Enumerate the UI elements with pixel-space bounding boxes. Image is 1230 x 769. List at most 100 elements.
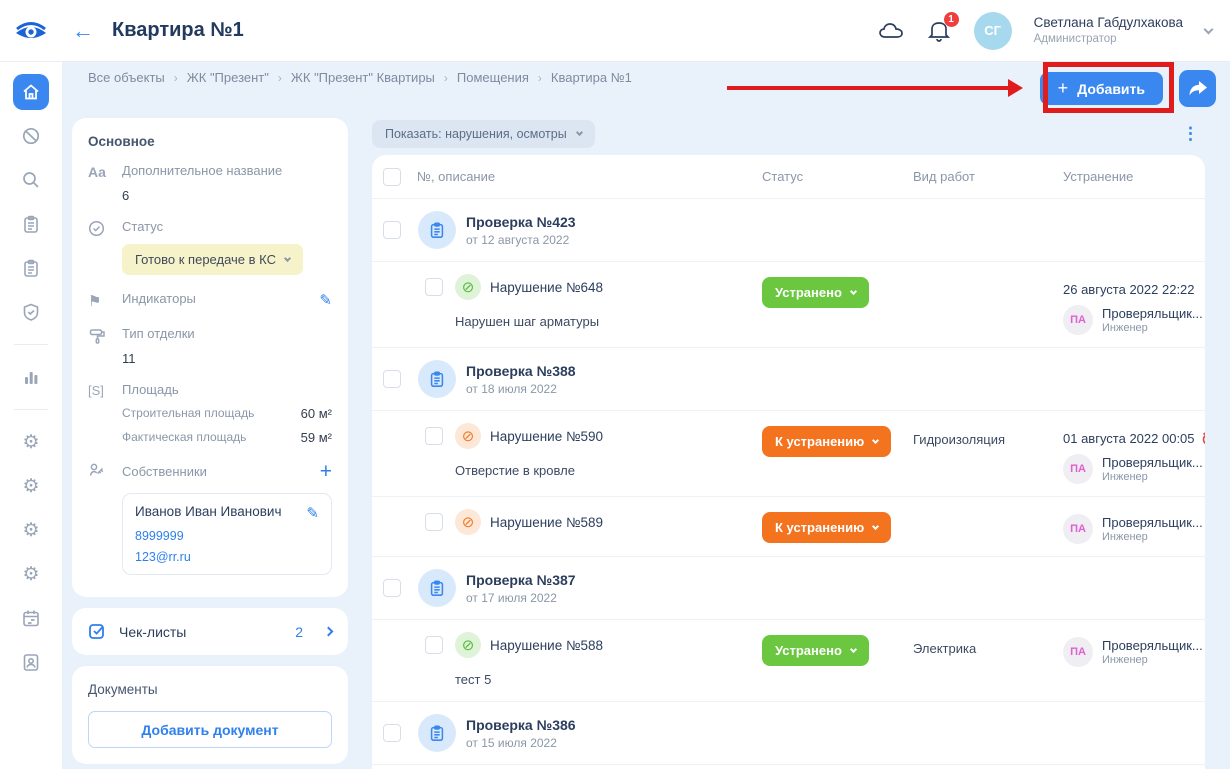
violation-status-dropdown[interactable]: К устранению [762, 426, 891, 457]
back-arrow-icon[interactable]: ← [72, 18, 94, 44]
main-info-card: Основное Aa Дополнительное название 6 Ст… [72, 118, 348, 597]
chevron-down-icon [850, 287, 857, 294]
table-header-row: №, описание Статус Вид работ Устранение [372, 155, 1205, 199]
assignee-avatar: ПА [1063, 305, 1093, 335]
owner-phone-link[interactable]: 8999999 [135, 529, 319, 543]
chevron-down-icon [576, 129, 583, 136]
notifications-bell-icon[interactable]: 1 [926, 18, 952, 44]
rail-item-settings-tools-gear-icon[interactable]: ⚙ [13, 556, 49, 592]
violation-status-dropdown[interactable]: Устранено [762, 635, 869, 666]
field-label: Индикаторы [122, 291, 319, 306]
row-checkbox[interactable] [425, 427, 443, 445]
rail-item-acts-icon[interactable] [13, 206, 49, 242]
table-row-inspection: Проверка №423 от 12 августа 2022 [372, 199, 1205, 262]
rail-item-settings-checklists-gear-icon[interactable]: ⚙ [13, 424, 49, 460]
assignee[interactable]: ПА Проверяльщик... Инженер [1063, 305, 1205, 335]
checklist-icon [88, 622, 107, 641]
table-menu-dots-icon[interactable]: ⋮ [1176, 124, 1205, 144]
show-filter-dropdown[interactable]: Показать: нарушения, осмотры [372, 120, 595, 148]
flag-icon: ⚑ [88, 291, 122, 310]
user-menu-chevron-icon[interactable] [1204, 24, 1214, 34]
row-checkbox[interactable] [383, 579, 401, 597]
field-indicators: ⚑ Индикаторы ✎ [88, 291, 332, 310]
breadcrumb-item[interactable]: Все объекты [88, 70, 165, 85]
rail-item-calendar-icon[interactable] [13, 600, 49, 636]
inspection-date: от 15 июля 2022 [466, 736, 576, 750]
assignee[interactable]: ПА Проверяльщик... Инженер [1063, 637, 1205, 667]
inspection-title[interactable]: Проверка №387 [466, 572, 576, 588]
row-checkbox[interactable] [383, 370, 401, 388]
rail-item-search-icon[interactable] [13, 162, 49, 198]
row-checkbox[interactable] [425, 513, 443, 531]
overdue-alarm-icon [1201, 431, 1205, 446]
edit-pencil-icon[interactable]: ✎ [306, 504, 319, 522]
row-checkbox[interactable] [383, 724, 401, 742]
row-checkbox[interactable] [425, 636, 443, 654]
field-label: Собственники [122, 464, 207, 479]
edit-pencil-icon[interactable]: ✎ [319, 291, 332, 310]
documents-label: Документы [88, 682, 332, 697]
app-logo-eye-icon[interactable] [0, 19, 62, 43]
user-avatar[interactable]: СГ [974, 12, 1012, 50]
table-row-violation: ⊘ Нарушение №590 Отверстие в кровле К ус… [372, 411, 1205, 497]
field-label: Дополнительное название [122, 163, 332, 178]
inspection-date: от 18 июля 2022 [466, 382, 576, 396]
column-header[interactable]: Вид работ [913, 169, 1063, 184]
share-button[interactable] [1179, 70, 1216, 107]
rail-item-contacts-icon[interactable] [13, 644, 49, 680]
violation-ban-icon: ⊘ [455, 632, 481, 658]
inspection-title[interactable]: Проверка №388 [466, 363, 576, 379]
violation-description: Отверстие в кровле [455, 463, 762, 478]
assignee[interactable]: ПА Проверяльщик... Инженер [1063, 514, 1205, 544]
breadcrumb-item[interactable]: Помещения [457, 70, 529, 85]
column-header[interactable]: Статус [762, 169, 913, 184]
violation-ban-icon: ⊘ [455, 274, 481, 300]
inspections-section: Показать: нарушения, осмотры ⋮ №, описан… [372, 120, 1205, 769]
rail-item-violations-icon[interactable] [13, 118, 49, 154]
row-checkbox[interactable] [425, 278, 443, 296]
inspection-title[interactable]: Проверка №386 [466, 717, 576, 733]
inspection-clipboard-icon [418, 360, 456, 398]
add-document-button[interactable]: Добавить документ [88, 711, 332, 748]
assignee-role: Инженер [1102, 654, 1203, 666]
checklists-count: 2 [295, 624, 303, 640]
rail-item-settings-comments-gear-icon[interactable]: ⚙ [13, 512, 49, 548]
rail-item-warranty-shield-icon[interactable] [13, 294, 49, 330]
rail-item-objects[interactable] [13, 74, 49, 110]
breadcrumb-item[interactable]: ЖК "Презент" [187, 70, 269, 85]
work-type [913, 509, 1063, 544]
violation-title[interactable]: Нарушение №588 [490, 638, 603, 653]
work-type [913, 274, 1063, 335]
checklists-label: Чек-листы [119, 624, 283, 640]
inspection-title[interactable]: Проверка №423 [466, 214, 576, 230]
violation-ban-icon: ⊘ [455, 509, 481, 535]
check-circle-icon [88, 219, 122, 275]
cloud-sync-icon[interactable] [878, 18, 904, 44]
violation-title[interactable]: Нарушение №648 [490, 280, 603, 295]
select-all-checkbox[interactable] [383, 168, 401, 186]
annotation-red-arrow [727, 86, 1009, 90]
assignee[interactable]: ПА Проверяльщик... Инженер [1063, 454, 1205, 484]
rail-item-documents-icon[interactable] [13, 250, 49, 286]
violation-status-dropdown[interactable]: К устранению [762, 512, 891, 543]
row-checkbox[interactable] [383, 221, 401, 239]
breadcrumb-item[interactable]: ЖК "Презент" Квартиры [291, 70, 435, 85]
checklists-card[interactable]: Чек-листы 2 [72, 608, 348, 655]
violation-title[interactable]: Нарушение №590 [490, 429, 603, 444]
violation-title[interactable]: Нарушение №589 [490, 515, 603, 530]
column-header[interactable]: №, описание [417, 169, 495, 184]
rail-item-analytics-icon[interactable] [13, 359, 49, 395]
assignee-role: Инженер [1102, 471, 1203, 483]
rail-item-settings-users-gear-icon[interactable]: ⚙ [13, 468, 49, 504]
add-owner-plus-icon[interactable]: + [320, 461, 332, 482]
inspection-clipboard-icon [418, 211, 456, 249]
status-dropdown[interactable]: Готово к передаче в КС [122, 244, 303, 275]
violation-ban-icon: ⊘ [455, 423, 481, 449]
breadcrumb-separator: › [538, 71, 542, 85]
column-header[interactable]: Устранение [1063, 169, 1205, 184]
owner-email-link[interactable]: 123@rr.ru [135, 550, 319, 564]
violation-status-dropdown[interactable]: Устранено [762, 277, 869, 308]
assignee-role: Инженер [1102, 322, 1203, 334]
table-row-violation: ⊘ Нарушение №648 Нарушен шаг арматуры Ус… [372, 262, 1205, 348]
add-button[interactable]: + Добавить [1040, 72, 1163, 105]
